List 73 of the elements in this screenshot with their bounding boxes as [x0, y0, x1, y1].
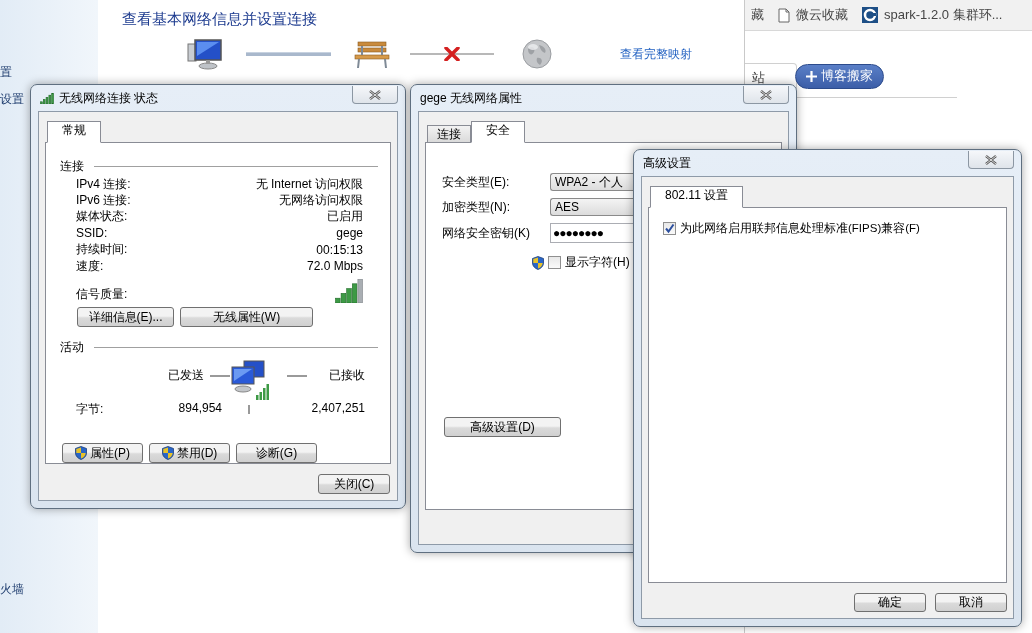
bookmark[interactable]: 微云收藏 [796, 6, 848, 24]
field-value: 已启用 [327, 208, 363, 226]
globe-icon [522, 39, 552, 69]
signal-icon [40, 92, 54, 104]
group-heading: 活动 [60, 338, 84, 356]
close-button[interactable] [352, 86, 398, 104]
close-button[interactable] [743, 86, 789, 104]
dialog-button[interactable]: 取消 [935, 593, 1007, 612]
dialog-button[interactable]: 无线属性(W) [180, 307, 313, 328]
tab[interactable]: 安全 [471, 121, 525, 143]
plus-icon [806, 70, 817, 82]
close-button[interactable] [968, 151, 1014, 169]
field-label: 信号质量: [76, 286, 128, 304]
checkbox-label[interactable]: 显示字符(H) [565, 254, 630, 271]
computer-icon [187, 38, 223, 70]
tab[interactable]: 常规 [47, 121, 101, 143]
tab[interactable]: 802.11 设置 [650, 186, 744, 208]
received-label: 已接收 [329, 367, 365, 385]
bench-icon [354, 39, 390, 69]
field-value: 72.0 Mbps [306, 259, 363, 274]
field-value: 无网络访问权限 [279, 192, 363, 210]
shield-icon [532, 255, 544, 270]
field-label: 持续时间: [76, 241, 128, 259]
field-label: 速度: [76, 257, 104, 275]
bytes-received: 2,407,251 [311, 401, 365, 418]
close-dialog-button[interactable]: 关闭(C) [318, 474, 390, 494]
dropdown[interactable]: AES [550, 198, 634, 216]
dropdown[interactable]: WPA2 - 个人 [550, 173, 634, 191]
sidebar-item[interactable]: 置 [0, 64, 98, 81]
dialog-button[interactable]: 详细信息(E)... [77, 307, 174, 328]
field-label: 加密类型(N): [442, 198, 511, 216]
field-value: 00:15:13 [316, 242, 363, 257]
bytes-sent: 894,954 [178, 401, 222, 418]
password-field[interactable]: ●●●●●●●● [550, 223, 634, 243]
close-icon [369, 89, 381, 100]
page-title: 查看基本网络信息并设置连接 [122, 10, 318, 28]
field-label: IPv6 连接: [76, 192, 131, 210]
view-full-map-link[interactable]: 查看完整映射 [620, 45, 692, 63]
window-title: 无线网络连接 状态 [59, 89, 159, 107]
tab[interactable]: 连接 [427, 125, 471, 143]
error-x-icon [444, 47, 460, 61]
site-logo-icon [862, 7, 878, 23]
dialog-button[interactable]: 诊断(G) [236, 443, 317, 464]
shield-icon [75, 446, 87, 461]
field-value: 无 Internet 访问权限 [255, 175, 363, 193]
checkbox[interactable] [663, 222, 676, 235]
field-value: gege [336, 226, 363, 241]
advanced-settings-button[interactable]: 高级设置(D) [444, 417, 561, 437]
dialog-button[interactable]: 属性(P) [62, 443, 143, 464]
group-heading: 连接 [60, 157, 84, 175]
page-icon [778, 7, 790, 23]
shield-icon [161, 446, 174, 461]
field-label: 字节: [76, 401, 104, 419]
signal-strength-icon [335, 279, 363, 304]
close-icon [760, 89, 772, 100]
sidebar-item[interactable]: 火墙 [0, 581, 98, 598]
field-label: 安全类型(E): [442, 173, 511, 191]
bookmark[interactable]: 藏 [751, 6, 764, 24]
field-label: SSID: [76, 226, 108, 241]
dialog-button[interactable]: 确定 [854, 593, 926, 612]
dialog-button[interactable]: 禁用(D) [149, 443, 230, 464]
sent-label: 已发送 [168, 367, 204, 385]
checkbox[interactable] [548, 256, 561, 269]
field-label: IPv4 连接: [76, 175, 131, 193]
checkbox-label[interactable]: 为此网络启用联邦信息处理标准(FIPS)兼容(F) [680, 221, 920, 236]
window-title: gege 无线网络属性 [420, 89, 523, 107]
close-icon [985, 154, 997, 165]
field-label: 媒体状态: [76, 208, 128, 226]
blog-move-button[interactable]: 博客搬家 [795, 63, 884, 89]
bookmark[interactable]: spark-1.2.0 集群环... [884, 6, 1003, 24]
network-computers-icon [230, 359, 270, 402]
window-title: 高级设置 [643, 154, 691, 172]
field-label: 网络安全密钥(K) [442, 224, 531, 242]
